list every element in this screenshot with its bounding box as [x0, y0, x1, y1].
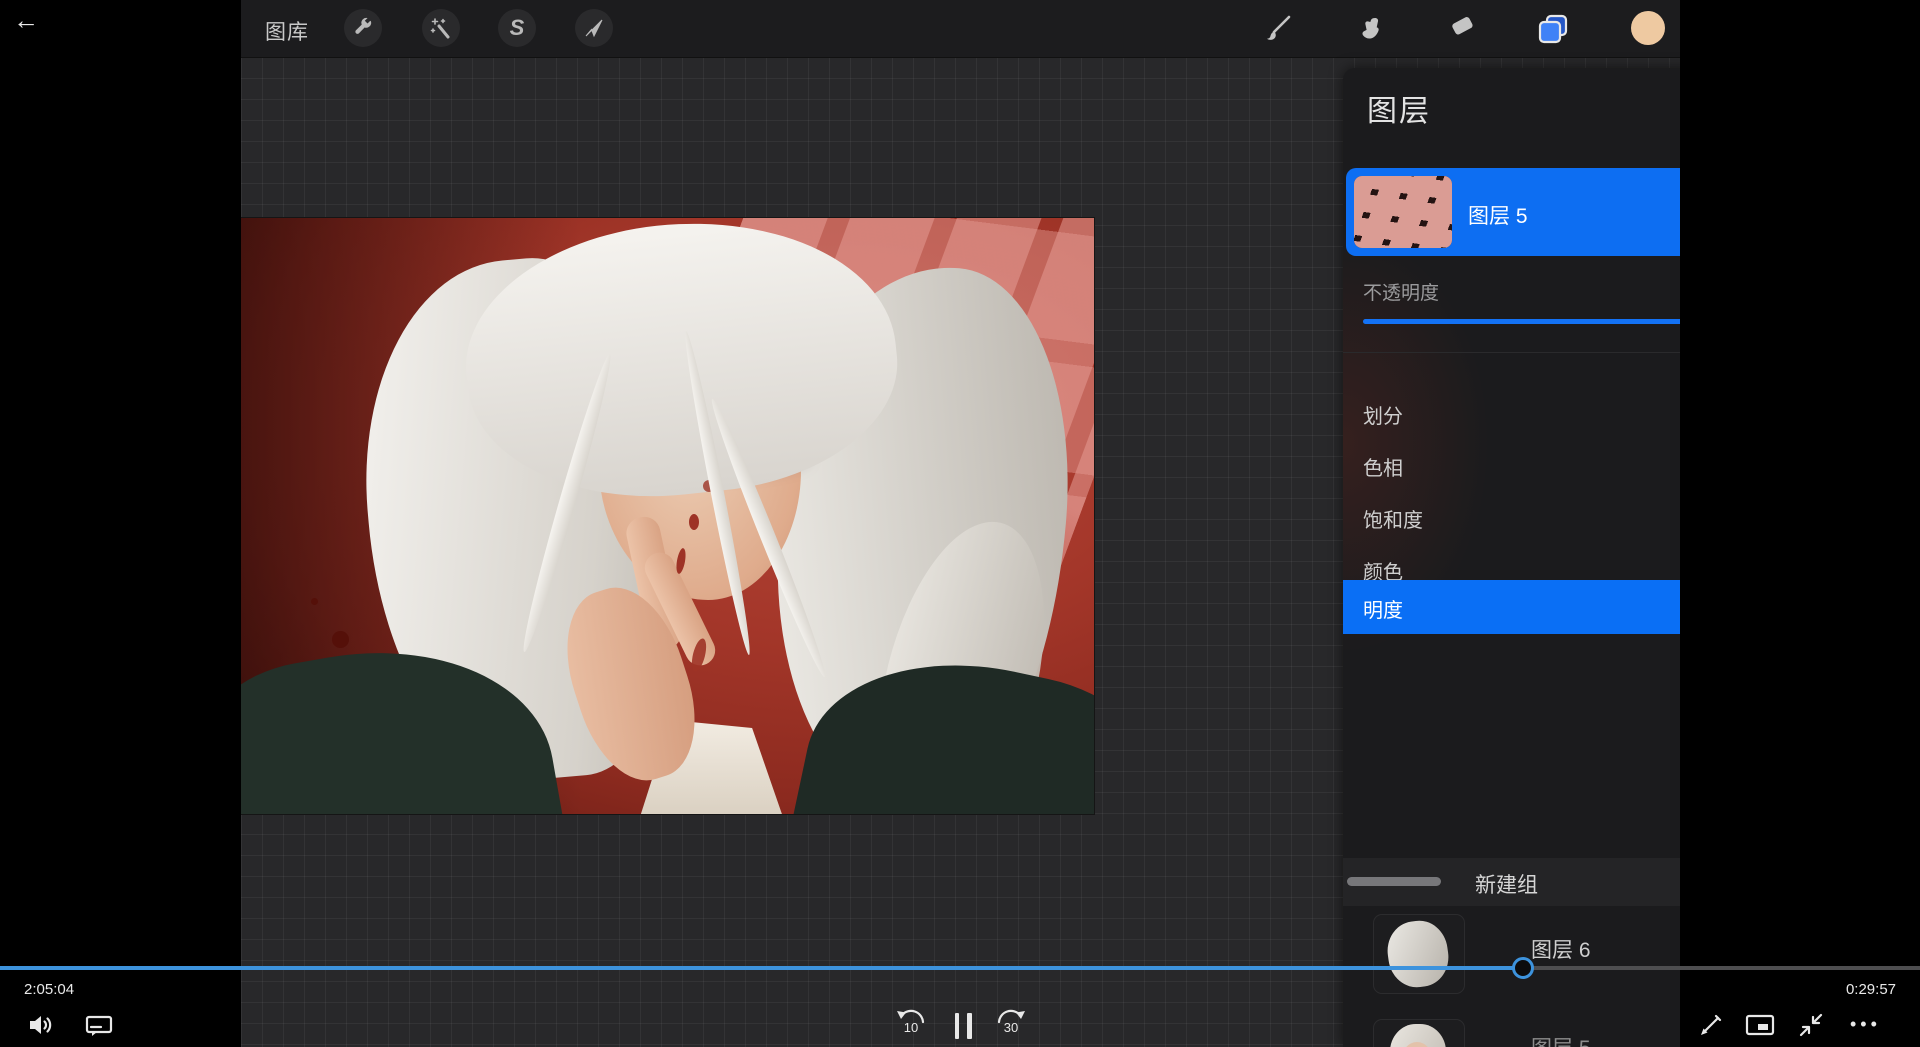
notes-button[interactable] [1696, 1010, 1726, 1040]
selection-button[interactable]: S [498, 9, 536, 47]
video-content: 图库 S [241, 0, 1680, 1047]
gallery-button[interactable]: 图库 [265, 16, 309, 46]
blend-mode-item-saturation[interactable]: 饱和度 [1343, 490, 1680, 542]
volume-button[interactable] [26, 1010, 56, 1040]
thumbnail-hair [1384, 917, 1453, 991]
art-blood-mark [689, 514, 699, 530]
layer-name: 图层 5 [1468, 200, 1528, 230]
pencil-icon [1697, 1011, 1725, 1039]
forward-30-button[interactable]: 30 [994, 1008, 1028, 1040]
pause-button[interactable] [950, 1012, 976, 1040]
actions-button[interactable] [344, 9, 382, 47]
layer-thumbnail[interactable] [1374, 1020, 1464, 1047]
back-button[interactable]: ← [8, 2, 44, 38]
layers-panel-title: 图层 [1367, 86, 1431, 130]
more-options-button[interactable]: ••• [1850, 1014, 1881, 1035]
current-time: 2:05:04 [24, 981, 74, 998]
rewind-10-button[interactable]: 10 [894, 1008, 928, 1040]
speaker-icon [27, 1012, 55, 1038]
video-player: 图库 S [0, 0, 1920, 1047]
wrench-icon [352, 17, 374, 39]
layer-thumbnail[interactable] [1374, 915, 1464, 993]
blend-mode-item-luminosity-selected[interactable]: 明度 [1343, 580, 1680, 634]
subtitles-button[interactable] [84, 1012, 114, 1040]
layer-name[interactable]: 图层 6 [1531, 934, 1591, 964]
subtitle-bubble-icon [85, 1013, 113, 1039]
layer-group-row[interactable]: 新建组 ✓ [1343, 858, 1680, 906]
magic-wand-icon [430, 17, 452, 39]
opacity-slider-fill [1363, 319, 1680, 324]
group-drag-pill [1347, 877, 1441, 886]
group-name: 新建组 [1475, 869, 1538, 899]
layer-thumbnail [1354, 176, 1452, 248]
rewind-seconds-label: 10 [894, 1020, 928, 1035]
smudge-finger-icon [1355, 14, 1385, 44]
layers-icon [1536, 12, 1570, 46]
video-progress-handle[interactable] [1512, 957, 1534, 979]
remaining-time: 0:29:57 [1846, 981, 1896, 998]
blend-mode-item-clipped[interactable] [1363, 349, 1453, 357]
brush-icon [1262, 14, 1292, 44]
adjustments-button[interactable] [422, 9, 460, 47]
selection-s-icon: S [510, 15, 525, 41]
canvas-artwork[interactable] [241, 218, 1094, 814]
video-progress-fill [0, 966, 1520, 970]
opacity-slider[interactable] [1363, 319, 1680, 324]
brush-button[interactable] [1261, 13, 1293, 45]
pip-button[interactable] [1744, 1012, 1776, 1038]
layers-button[interactable] [1535, 11, 1571, 47]
thumbnail-window-grid [1354, 176, 1452, 248]
layer-row-selected[interactable]: 图层 5 Di ✓ [1346, 168, 1680, 256]
opacity-label: 不透明度 [1363, 278, 1439, 305]
picture-in-picture-icon [1745, 1013, 1775, 1037]
blend-mode-item-hue[interactable]: 色相 [1343, 438, 1680, 490]
blend-mode-item-divide[interactable]: 划分 ÷ [1343, 386, 1680, 438]
eraser-button[interactable] [1445, 13, 1477, 45]
collapse-arrows-icon [1797, 1011, 1825, 1039]
transform-button[interactable] [575, 9, 613, 47]
art-blood-splatter [311, 598, 318, 605]
layer-name[interactable]: 图层 5 [1531, 1032, 1591, 1047]
procreate-toolbar: 图库 S [241, 0, 1680, 58]
forward-seconds-label: 30 [994, 1020, 1028, 1035]
transform-arrow-icon [583, 17, 605, 39]
layers-panel: 图层 + 图层 5 Di ✓ 不透明度 74% [1343, 68, 1680, 1047]
smudge-button[interactable] [1354, 13, 1386, 45]
exit-fullscreen-button[interactable] [1796, 1010, 1826, 1040]
eraser-icon [1446, 14, 1476, 44]
color-swatch-button[interactable] [1631, 11, 1665, 45]
